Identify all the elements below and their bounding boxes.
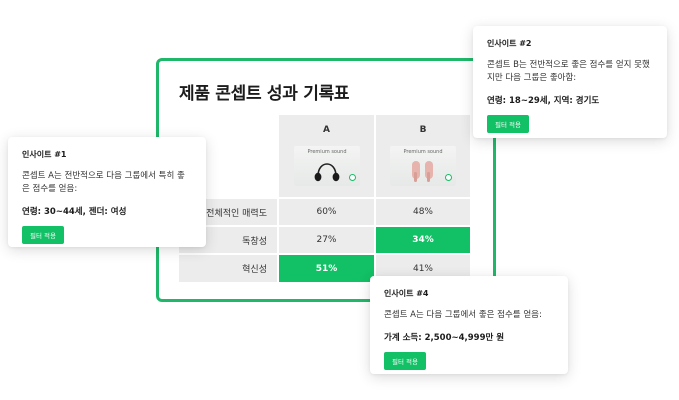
play-icon-a — [349, 174, 356, 181]
cell-overall-a: 60% — [279, 199, 374, 225]
insight-card-2: 인사이트 #2 콘셉트 B는 전반적으로 좋은 점수를 얻지 못했지만 다음 그… — [473, 26, 667, 138]
product-image-a: Premium sound — [294, 146, 360, 186]
apply-filter-button-2[interactable]: 필터 적용 — [487, 115, 529, 133]
page-title: 제품 콘셉트 성과 기록표 — [179, 84, 350, 104]
insight-4-body: 콘셉트 A는 다음 그룹에서 좋은 점수를 얻음: — [384, 310, 542, 320]
insight-4-highlight: 가계 소득: 2,500~4,999만 원 — [384, 333, 505, 343]
insight-card-1: 인사이트 #1 콘셉트 A는 전반적으로 다음 그룹에서 특히 좋은 점수를 얻… — [8, 137, 206, 247]
column-a-label: A — [323, 125, 330, 135]
cell-innovation-a: 51% — [279, 255, 374, 282]
column-b-label: B — [419, 125, 427, 135]
play-icon-b — [445, 174, 452, 181]
insight-1-highlight: 연령: 30~44세, 젠더: 여성 — [22, 207, 127, 217]
insight-2-title: 인사이트 #2 — [487, 39, 532, 48]
insight-2-highlight: 연령: 18~29세, 지역: 경기도 — [487, 96, 600, 106]
cell-originality-b: 34% — [376, 227, 470, 253]
stage: 제품 콘셉트 성과 기록표 A B Premium sound Premium … — [0, 0, 679, 400]
insight-1-title: 인사이트 #1 — [22, 150, 67, 159]
insight-card-4: 인사이트 #4 콘셉트 A는 다음 그룹에서 좋은 점수를 얻음: 가계 소득:… — [370, 276, 568, 374]
product-image-b: Premium sound — [390, 146, 456, 186]
row-label-innovation: 혁신성 — [179, 255, 277, 282]
cell-overall-b: 48% — [376, 199, 470, 225]
apply-filter-button-1[interactable]: 필터 적용 — [22, 226, 64, 244]
insight-4-title: 인사이트 #4 — [384, 289, 429, 298]
insight-2-body: 콘셉트 B는 전반적으로 좋은 점수를 얻지 못했지만 다음 그룹은 좋아함: — [487, 60, 650, 83]
apply-filter-button-4[interactable]: 필터 적용 — [384, 352, 426, 370]
insight-1-body: 콘셉트 A는 전반적으로 다음 그룹에서 특히 좋은 점수를 얻음: — [22, 171, 185, 194]
cell-originality-a: 27% — [279, 227, 374, 253]
